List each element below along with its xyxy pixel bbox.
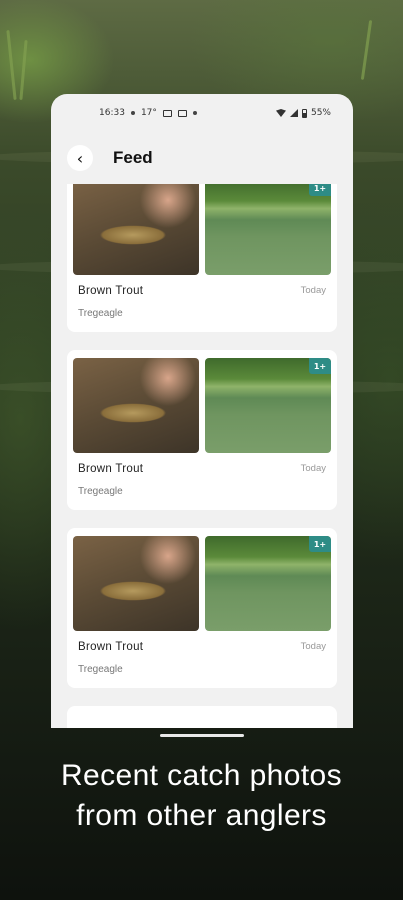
catch-photo[interactable] (73, 536, 199, 631)
catch-location: Tregeagle (78, 664, 123, 675)
catch-date: Today (300, 641, 326, 652)
photo-count-badge: 1+ (309, 536, 331, 552)
more-notifications-icon (192, 111, 197, 115)
catch-location: Tregeagle (78, 486, 123, 497)
catch-card[interactable]: 1+ Brown Trout Today Tregeagle (67, 184, 337, 332)
photo-count-badge: 1+ (309, 184, 331, 196)
caption-line-1: Recent catch photos (60, 759, 343, 792)
feed-list[interactable]: 1+ Brown Trout Today Tregeagle 1+ Brown … (51, 184, 353, 728)
signal-icon (289, 109, 298, 117)
species-name: Brown Trout (78, 463, 144, 475)
app-icon (162, 109, 172, 117)
status-bar: 16:33 17° 55% (51, 94, 353, 132)
notification-dot-icon (130, 111, 135, 115)
catch-date: Today (300, 463, 326, 474)
catch-photo[interactable] (73, 184, 199, 275)
mail-icon (177, 109, 187, 117)
battery-icon (301, 108, 307, 118)
home-indicator[interactable] (160, 734, 244, 737)
caption-line-2: from other anglers (76, 799, 327, 832)
promo-caption: Recent catch photos from other anglers (0, 756, 403, 836)
wifi-icon (275, 109, 286, 117)
catch-location: Tregeagle (78, 308, 123, 319)
location-photo[interactable]: 1+ (205, 358, 331, 453)
catch-card-partial[interactable] (67, 706, 337, 728)
location-photo[interactable]: 1+ (205, 184, 331, 275)
page-title: Feed (113, 148, 153, 167)
species-name: Brown Trout (78, 285, 144, 297)
chevron-left-icon: ‹ (76, 148, 84, 168)
app-header: ‹ Feed (51, 132, 353, 184)
location-photo[interactable]: 1+ (205, 536, 331, 631)
catch-date: Today (300, 285, 326, 296)
back-button[interactable]: ‹ (67, 145, 93, 171)
status-time: 16:33 (99, 108, 125, 118)
catch-card[interactable]: 1+ Brown Trout Today Tregeagle (67, 528, 337, 688)
phone-screen: 16:33 17° 55% ‹ Feed 1+ Brown Trout Toda… (51, 94, 353, 728)
battery-percent: 55% (310, 108, 331, 118)
species-name: Brown Trout (78, 641, 144, 653)
photo-count-badge: 1+ (309, 358, 331, 374)
catch-card[interactable]: 1+ Brown Trout Today Tregeagle (67, 350, 337, 510)
status-temperature: 17° (140, 108, 157, 118)
catch-photo[interactable] (73, 358, 199, 453)
